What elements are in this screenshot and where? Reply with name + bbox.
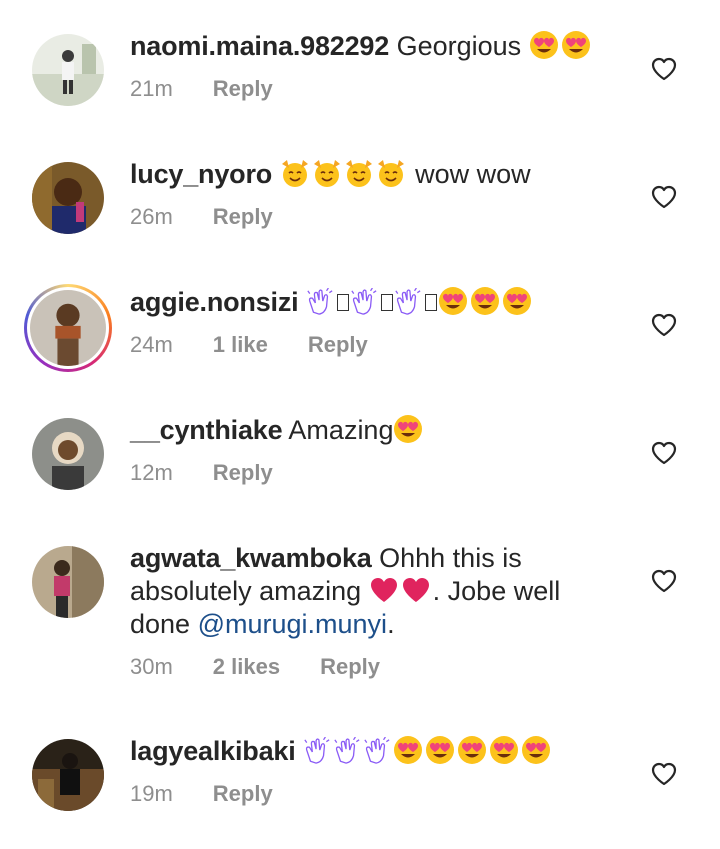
heart-eyes-emoji — [457, 735, 487, 765]
avatar-with-story-ring[interactable] — [24, 284, 112, 372]
username[interactable]: agwata_kwamboka — [130, 543, 372, 573]
comment-meta: 30m 2 likes Reply — [130, 654, 600, 680]
timestamp: 30m — [130, 654, 173, 679]
heart-eyes-emoji — [393, 414, 423, 444]
heart-outline-icon[interactable] — [651, 185, 677, 209]
timestamp: 19m — [130, 781, 173, 806]
timestamp: 26m — [130, 204, 173, 229]
comment-body: naomi.maina.982292 Georgious 21m Reply — [130, 30, 600, 102]
heart-outline-icon[interactable] — [651, 441, 677, 465]
comment-meta: 19m Reply — [130, 781, 600, 807]
clapping-hands-emoji — [303, 737, 331, 765]
heart-eyes-emoji — [561, 30, 591, 60]
comment-body: aggie.nonsizi 24m 1 like Reply — [130, 286, 600, 358]
red-heart-emoji — [369, 575, 399, 605]
avatar[interactable] — [32, 418, 104, 490]
comment-body: lucy_nyoro wow wow 26m Reply — [130, 158, 600, 230]
heart-outline-icon[interactable] — [651, 57, 677, 81]
raising-hands-emoji — [344, 158, 374, 188]
comment-text: naomi.maina.982292 Georgious — [130, 30, 600, 63]
avatar[interactable] — [32, 739, 104, 811]
reply-button[interactable]: Reply — [213, 781, 273, 807]
heart-eyes-emoji — [489, 735, 519, 765]
reply-button[interactable]: Reply — [308, 332, 368, 358]
username[interactable]: lagyealkibaki — [130, 736, 296, 766]
likes-count[interactable]: 2 likes — [213, 654, 280, 680]
comment-message: wow wow — [415, 159, 531, 189]
heart-eyes-emoji — [470, 286, 500, 316]
heart-eyes-emoji — [438, 286, 468, 316]
red-heart-emoji — [401, 575, 431, 605]
clapping-hands-emoji — [363, 737, 391, 765]
missing-glyph-icon — [424, 294, 437, 311]
mention-link[interactable]: @murugi.munyi — [198, 609, 387, 639]
heart-eyes-emoji — [425, 735, 455, 765]
reply-button[interactable]: Reply — [213, 460, 273, 486]
clapping-hands-emoji — [394, 288, 422, 316]
raising-hands-emoji — [376, 158, 406, 188]
heart-eyes-emoji — [521, 735, 551, 765]
heart-outline-icon[interactable] — [651, 569, 677, 593]
comment-text: agwata_kwamboka Ohhh this is absolutely … — [130, 542, 600, 641]
comment-message: Amazing — [288, 415, 394, 445]
comment-body: __cynthiake Amazing 12m Reply — [130, 414, 600, 486]
comment-message: Georgious — [396, 31, 522, 61]
clapping-hands-emoji — [350, 288, 378, 316]
comment-body: agwata_kwamboka Ohhh this is absolutely … — [130, 542, 600, 680]
raising-hands-emoji — [280, 158, 310, 188]
heart-eyes-emoji — [502, 286, 532, 316]
clapping-hands-emoji — [333, 737, 361, 765]
username[interactable]: lucy_nyoro — [130, 159, 272, 189]
missing-glyph-icon — [380, 294, 393, 311]
missing-glyph-icon — [336, 294, 349, 311]
reply-button[interactable]: Reply — [320, 654, 380, 680]
raising-hands-emoji — [312, 158, 342, 188]
comment-meta: 24m 1 like Reply — [130, 332, 600, 358]
comment-text: lucy_nyoro wow wow — [130, 158, 600, 191]
avatar[interactable] — [32, 546, 104, 618]
reply-button[interactable]: Reply — [213, 76, 273, 102]
timestamp: 24m — [130, 332, 173, 357]
timestamp: 21m — [130, 76, 173, 101]
avatar[interactable] — [32, 162, 104, 234]
username[interactable]: __cynthiake — [130, 415, 283, 445]
clapping-hands-emoji — [306, 288, 334, 316]
heart-outline-icon[interactable] — [651, 762, 677, 786]
heart-eyes-emoji — [529, 30, 559, 60]
comment-text: aggie.nonsizi — [130, 286, 600, 319]
comment-text: lagyealkibaki — [130, 735, 600, 768]
avatar[interactable] — [32, 34, 104, 106]
comment-text: __cynthiake Amazing — [130, 414, 600, 447]
heart-outline-icon[interactable] — [651, 313, 677, 337]
reply-button[interactable]: Reply — [213, 204, 273, 230]
comment-meta: 12m Reply — [130, 460, 600, 486]
username[interactable]: aggie.nonsizi — [130, 287, 299, 317]
comment-message-end: . — [387, 609, 395, 639]
comment-body: lagyealkibaki 19m Reply — [130, 735, 600, 807]
heart-eyes-emoji — [393, 735, 423, 765]
likes-count[interactable]: 1 like — [213, 332, 268, 358]
timestamp: 12m — [130, 460, 173, 485]
comment-meta: 26m Reply — [130, 204, 600, 230]
username[interactable]: naomi.maina.982292 — [130, 31, 389, 61]
comment-meta: 21m Reply — [130, 76, 600, 102]
comments-list: naomi.maina.982292 Georgious 21m Reply l… — [0, 0, 720, 849]
